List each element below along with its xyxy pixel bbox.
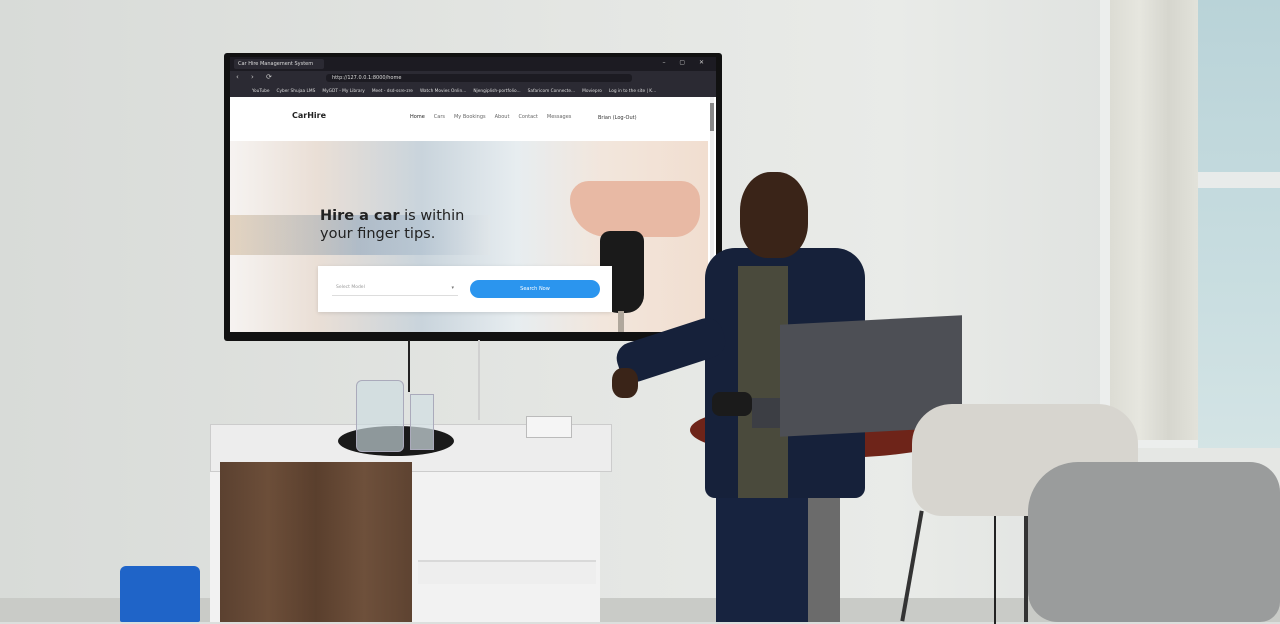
cabinet-door (220, 462, 412, 622)
scrollbar-thumb[interactable] (710, 103, 714, 131)
window-mullion (1198, 172, 1280, 188)
site-logo[interactable]: CarHire (292, 111, 326, 120)
blue-bin (120, 566, 200, 622)
site-nav: Home Cars My Bookings About Contact Mess… (410, 114, 571, 120)
bookmark-item[interactable]: Njengiplish-portfolio... (473, 89, 520, 94)
chevron-down-icon: ▾ (451, 285, 454, 291)
hero-headline: Hire a car is within your finger tips. (320, 207, 464, 243)
bookmark-item[interactable]: Meet - dsd-ssre-zre (372, 89, 413, 94)
nav-messages[interactable]: Messages (547, 114, 572, 120)
browser-toolbar: ‹ › ⟳ http://127.0.0.1:8000/home (230, 71, 716, 85)
power-strip (526, 416, 572, 438)
grey-chair (1028, 462, 1280, 622)
headline-rest-line2: your finger tips. (320, 226, 436, 242)
bookmark-item[interactable]: Watch Movies Onlin... (420, 89, 466, 94)
nav-contact[interactable]: Contact (518, 114, 537, 120)
bookmark-item[interactable]: Moviepro (582, 89, 602, 94)
drinking-glass (410, 394, 434, 450)
bookmark-item[interactable]: YouTube (252, 89, 269, 94)
tv-screen: Car Hire Management System – ▢ ✕ ‹ › ⟳ h… (230, 57, 716, 332)
carhire-website: Hire a car is within your finger tips. S… (230, 97, 708, 332)
water-jug (356, 380, 404, 452)
browser-tab[interactable]: Car Hire Management System (234, 59, 324, 69)
nav-about[interactable]: About (495, 114, 510, 120)
bookmark-item[interactable]: Log in to the site | K... (609, 89, 656, 94)
user-logout[interactable]: Brian (Log-Out) (598, 115, 637, 121)
tv-cable-white (478, 340, 480, 420)
bookmarks-bar: YouTube Cyber Shujaa LMS MyGDT - My Libr… (230, 85, 716, 97)
model-select[interactable]: Select Model ▾ (332, 280, 458, 296)
navigation-icons[interactable]: ‹ › ⟳ (236, 73, 277, 81)
bookmark-item[interactable]: Cyber Shujaa LMS (276, 89, 315, 94)
curtain (1110, 0, 1198, 440)
presenter-hand (612, 368, 638, 398)
search-card: Select Model ▾ Search Now (318, 266, 612, 312)
presenter-legs (716, 488, 808, 622)
nav-home[interactable]: Home (410, 114, 425, 120)
address-bar[interactable]: http://127.0.0.1:8000/home (326, 74, 632, 82)
headline-bold: Hire a car (320, 208, 400, 224)
hero-banner: Hire a car is within your finger tips. S… (230, 141, 708, 332)
window-controls[interactable]: – ▢ ✕ (662, 59, 710, 66)
window-glass (1198, 0, 1280, 455)
cabinet-shelf (418, 560, 596, 584)
headline-rest-line1: is within (399, 208, 465, 224)
nav-cars[interactable]: Cars (434, 114, 445, 120)
search-now-button[interactable]: Search Now (470, 280, 600, 298)
presenter-head (740, 172, 808, 258)
bookmark-item[interactable]: Safaricom Connecte... (528, 89, 576, 94)
browser-tab-bar: Car Hire Management System – ▢ ✕ (230, 57, 716, 71)
model-select-placeholder: Select Model (336, 285, 365, 290)
tv-cable (408, 340, 410, 392)
hand-image (570, 181, 700, 237)
key-blade (618, 311, 624, 332)
nav-my-bookings[interactable]: My Bookings (454, 114, 486, 120)
bookmark-item[interactable]: MyGDT - My Library (322, 89, 364, 94)
mouse (712, 392, 752, 416)
